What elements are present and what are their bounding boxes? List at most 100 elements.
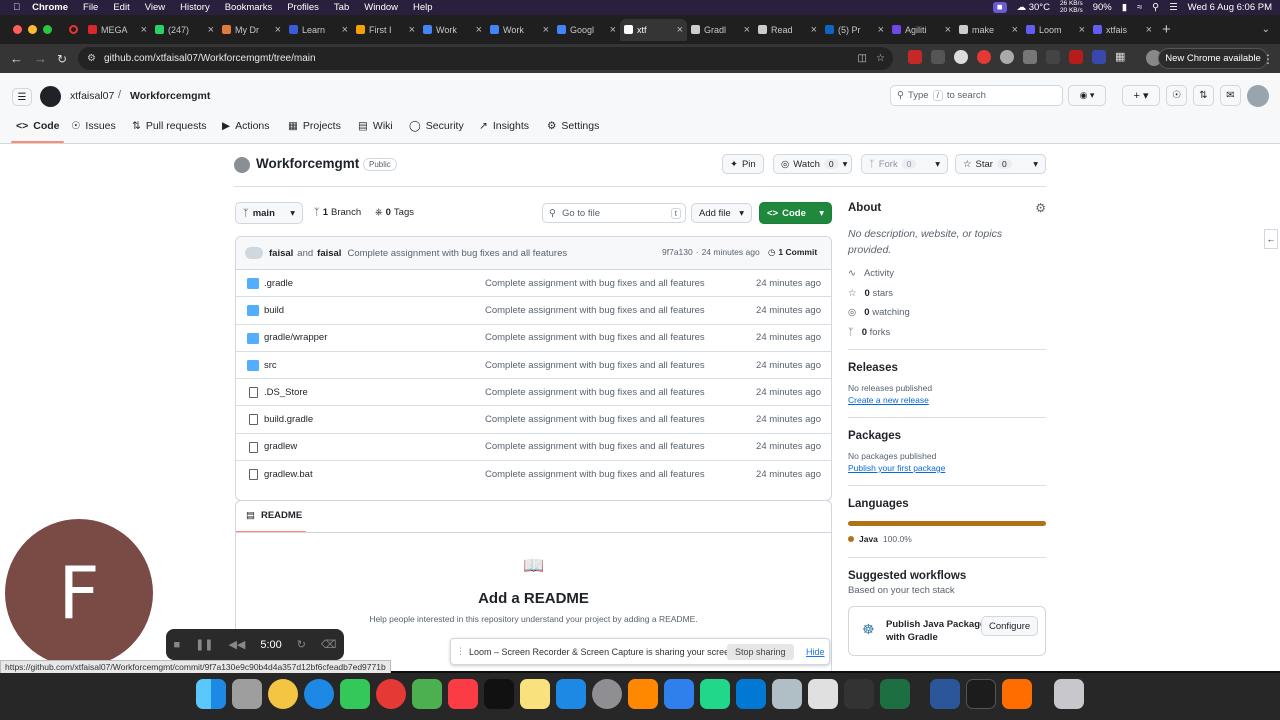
pull-requests-icon[interactable]: ⇅ <box>1193 85 1214 106</box>
file-commit-message[interactable]: Complete assignment with bug fixes and a… <box>485 305 705 316</box>
close-tab-icon[interactable]: × <box>1146 24 1152 36</box>
inbox-icon[interactable]: ✉ <box>1220 85 1241 106</box>
language-item[interactable]: Java 100.0% <box>848 534 1046 544</box>
photos-icon[interactable] <box>268 679 298 709</box>
apple-tv-icon[interactable] <box>484 679 514 709</box>
install-app-icon[interactable]: ◫ <box>858 53 867 64</box>
close-tab-icon[interactable]: × <box>1079 24 1085 36</box>
menu-tab[interactable]: Tab <box>334 2 349 13</box>
star-button[interactable]: ☆ Star 0 ▾ <box>955 154 1046 174</box>
github-logo-icon[interactable] <box>40 86 61 107</box>
drag-handle-icon[interactable]: ⋮ <box>456 646 465 657</box>
close-window-button[interactable] <box>13 25 22 34</box>
menu-edit[interactable]: Edit <box>113 2 129 13</box>
file-name[interactable]: gradlew <box>264 441 297 452</box>
activity-link[interactable]: ∿ Activity <box>848 264 1046 284</box>
app-store-icon[interactable] <box>556 679 586 709</box>
extensions-puzzle-icon[interactable]: ▦ <box>1115 50 1129 64</box>
close-tab-icon[interactable]: × <box>476 24 482 36</box>
chrome-menu-icon[interactable]: ⋮ <box>1262 52 1274 66</box>
stars-link[interactable]: ☆ 0 stars <box>848 284 1046 304</box>
launchpad-icon[interactable] <box>232 679 262 709</box>
vlc-icon[interactable] <box>628 679 658 709</box>
extension-icon[interactable] <box>931 50 945 64</box>
forks-link[interactable]: ᛉ0 forks <box>848 323 1046 343</box>
tags-link[interactable]: ⎈ 0 Tags <box>375 207 414 218</box>
back-icon[interactable]: ← <box>10 51 23 66</box>
menu-view[interactable]: View <box>145 2 165 13</box>
site-info-icon[interactable]: ⚙ <box>87 53 96 64</box>
tab-projects[interactable]: ▦ Projects <box>288 120 341 132</box>
browser-tab[interactable]: Googl × <box>553 19 620 41</box>
menu-bookmarks[interactable]: Bookmarks <box>225 2 273 13</box>
forward-icon[interactable]: → <box>34 51 47 66</box>
releases-heading[interactable]: Releases <box>848 362 1046 374</box>
search-input[interactable]: ⚲ Type / to search <box>890 85 1063 106</box>
file-name[interactable]: .gradle <box>264 278 293 289</box>
pinned-tab-record[interactable] <box>62 19 84 41</box>
close-tab-icon[interactable]: × <box>610 24 616 36</box>
browser-tab[interactable]: Loom × <box>1022 19 1089 41</box>
fork-button[interactable]: ᛉ Fork 0 ▾ <box>861 154 948 174</box>
close-tab-icon[interactable]: × <box>208 24 214 36</box>
browser-tab[interactable]: Work × <box>486 19 553 41</box>
copilot-button[interactable]: ◉ ▾ <box>1068 85 1106 106</box>
rewind-icon[interactable]: ◀◀ <box>228 638 245 651</box>
browser-tab[interactable]: Gradl × <box>687 19 754 41</box>
tab-insights[interactable]: ↗ Insights <box>479 120 529 132</box>
address-bar[interactable]: ⚙ github.com/xtfaisal07/Workforcemgmt/tr… <box>78 47 893 70</box>
browser-tab[interactable]: My Dr × <box>218 19 285 41</box>
music-icon[interactable] <box>448 679 478 709</box>
browser-tab[interactable]: make × <box>955 19 1022 41</box>
commit-hash[interactable]: 9f7a130 <box>662 247 693 257</box>
watch-button[interactable]: ◎ Watch 0 ▾ <box>773 154 852 174</box>
new-tab-button[interactable]: + <box>1162 21 1171 38</box>
file-commit-message[interactable]: Complete assignment with bug fixes and a… <box>485 360 705 371</box>
file-name[interactable]: build <box>264 305 284 316</box>
file-commit-message[interactable]: Complete assignment with bug fixes and a… <box>485 278 705 289</box>
add-file-button[interactable]: Add file ▾ <box>691 203 752 223</box>
table-row[interactable]: src Complete assignment with bug fixes an… <box>236 352 831 380</box>
extension-icon[interactable] <box>1000 50 1014 64</box>
weather[interactable]: ☁ 30°C <box>1017 2 1050 13</box>
terminal-icon[interactable] <box>966 679 996 709</box>
extension-icon[interactable] <box>977 50 991 64</box>
system-settings-icon[interactable] <box>592 679 622 709</box>
close-tab-icon[interactable]: × <box>677 24 683 36</box>
user-avatar[interactable] <box>1247 85 1269 107</box>
repo-link[interactable]: Workforcemgmt <box>130 90 210 102</box>
browser-tab[interactable]: xtf × <box>620 18 687 41</box>
commit-author[interactable]: faisal <box>269 248 293 259</box>
file-commit-message[interactable]: Complete assignment with bug fixes and a… <box>485 414 705 425</box>
pycharm-icon[interactable] <box>700 679 730 709</box>
file-name[interactable]: gradlew.bat <box>264 469 313 480</box>
file-name[interactable]: gradle/wrapper <box>264 332 327 343</box>
browser-tab[interactable]: Read × <box>754 19 821 41</box>
browser-tab[interactable]: (247) × <box>151 19 218 41</box>
browser-tab[interactable]: Agiliti × <box>888 19 955 41</box>
close-tab-icon[interactable]: × <box>744 24 750 36</box>
create-release-link[interactable]: Create a new release <box>848 395 1046 405</box>
reload-icon[interactable]: ↻ <box>57 52 67 66</box>
spotlight-icon[interactable]: ⚲ <box>1152 2 1159 13</box>
tab-actions[interactable]: ▶ Actions <box>222 120 270 132</box>
trash-icon[interactable] <box>1054 679 1084 709</box>
tab-search-button[interactable]: ⌄ <box>1262 24 1270 35</box>
close-tab-icon[interactable]: × <box>878 24 884 36</box>
app-icon[interactable] <box>772 679 802 709</box>
extension-icon[interactable] <box>1023 50 1037 64</box>
file-name[interactable]: .DS_Store <box>264 387 308 398</box>
bookmark-star-icon[interactable]: ☆ <box>876 53 885 64</box>
menu-profiles[interactable]: Profiles <box>287 2 319 13</box>
clock[interactable]: Wed 6 Aug 6:06 PM <box>1188 2 1272 13</box>
menu-history[interactable]: History <box>180 2 210 13</box>
commits-link[interactable]: ◷ 1 Commit <box>768 247 817 258</box>
packages-heading[interactable]: Packages <box>848 430 1046 442</box>
file-commit-message[interactable]: Complete assignment with bug fixes and a… <box>485 469 705 480</box>
close-tab-icon[interactable]: × <box>1012 24 1018 36</box>
close-tab-icon[interactable]: × <box>141 24 147 36</box>
record-icon[interactable]: ■ <box>992 2 1007 13</box>
chrome-icon[interactable] <box>376 679 406 709</box>
vscode-icon[interactable] <box>736 679 766 709</box>
stop-sharing-button[interactable]: Stop sharing <box>727 644 794 660</box>
